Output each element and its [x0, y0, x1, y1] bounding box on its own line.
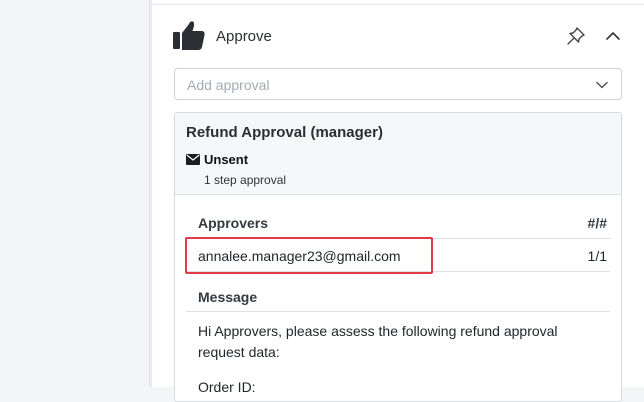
envelope-icon	[186, 154, 200, 165]
approval-card-header: Refund Approval (manager) Unsent 1 step …	[175, 113, 621, 195]
approver-count: 1/1	[587, 248, 607, 264]
message-header: Message	[198, 289, 258, 305]
step-count: 1 step approval	[204, 173, 287, 187]
divider	[186, 311, 610, 312]
thumbs-up-icon	[173, 21, 205, 50]
pin-icon[interactable]	[566, 26, 586, 46]
panel-header: Approve	[152, 18, 644, 54]
chevron-up-icon[interactable]	[604, 28, 622, 44]
approvers-header: Approvers	[198, 215, 269, 231]
left-gutter	[0, 0, 150, 387]
panel-title: Approve	[216, 28, 272, 45]
approval-title: Refund Approval (manager)	[186, 124, 383, 141]
status-badge: Unsent	[204, 152, 249, 167]
message-order-id: Order ID:	[198, 379, 256, 395]
count-header: #/#	[587, 215, 607, 231]
approver-highlight-box	[185, 237, 433, 274]
approve-panel: Approve Add approval Refund Approval (ma…	[151, 0, 644, 402]
add-approval-placeholder: Add approval	[187, 77, 270, 93]
chevron-down-icon	[596, 81, 608, 89]
add-approval-select[interactable]: Add approval	[174, 68, 622, 100]
panel-divider	[152, 4, 644, 5]
message-body: Hi Approvers, please assess the followin…	[198, 323, 558, 360]
